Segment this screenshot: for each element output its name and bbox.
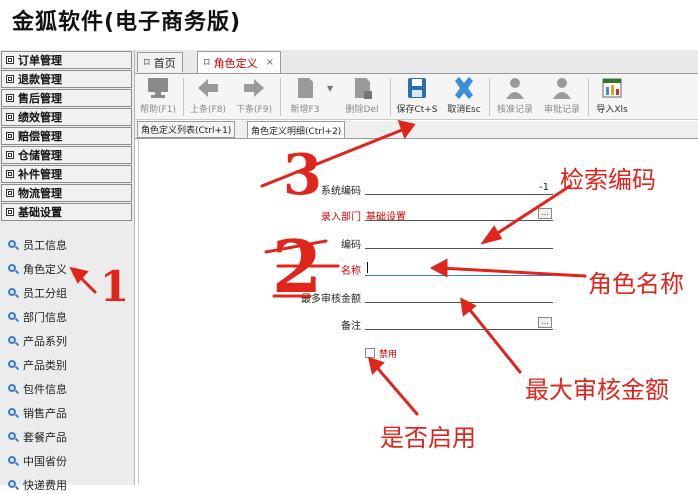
code-input[interactable]	[365, 248, 553, 249]
menu-compensation[interactable]: 赔偿管理	[1, 127, 132, 145]
spreadsheet-icon	[602, 78, 622, 98]
cancel-button[interactable]: 取消Esc	[442, 76, 486, 118]
close-icon[interactable]: ×	[266, 57, 274, 68]
remark-label: 备注	[341, 321, 361, 332]
dept-label: 录入部门	[321, 212, 361, 223]
arrow-right-icon	[244, 79, 264, 97]
person-icon	[506, 78, 524, 99]
approve-record-button[interactable]: 核准记录	[492, 76, 538, 118]
help-button[interactable]: 帮助(F1)	[136, 76, 180, 118]
disabled-label: 禁用	[379, 350, 398, 360]
expand-icon	[6, 132, 14, 140]
search-icon	[8, 311, 19, 323]
add-button[interactable]: 新增F3	[285, 76, 325, 118]
expand-icon	[6, 113, 14, 121]
annotation-enable: 是否启用	[380, 424, 476, 452]
remark-picker-button[interactable]: ...	[538, 317, 552, 328]
dept-picker-button[interactable]: ...	[538, 208, 552, 219]
disabled-checkbox[interactable]	[365, 348, 375, 358]
menu-logistics[interactable]: 物流管理	[1, 184, 132, 202]
search-icon	[8, 359, 19, 371]
sidebar-item-express-fee[interactable]: 快递费用	[8, 476, 67, 494]
x-cancel-icon	[455, 77, 473, 99]
menu-refunds[interactable]: 退款管理	[1, 70, 132, 88]
sys-code-value: -1	[539, 182, 549, 193]
search-icon	[8, 287, 19, 299]
person-icon	[553, 78, 571, 99]
review-record-button[interactable]: 审批记录	[539, 76, 585, 118]
annotation-role-name: 角色名称	[588, 270, 684, 298]
search-icon	[8, 455, 19, 467]
toolbar: 帮助(F1) 上条(F8) 下条(F9) 新增F3 ▼ 删除Del 保存Ct+S…	[135, 74, 698, 120]
prev-record-button[interactable]: 上条(F8)	[186, 76, 230, 118]
remark-input[interactable]	[365, 329, 553, 330]
search-icon	[8, 407, 19, 419]
expand-icon	[6, 56, 14, 64]
expand-icon	[6, 170, 14, 178]
search-icon	[8, 263, 19, 275]
chevron-down-icon[interactable]: ▼	[327, 84, 333, 93]
sidebar-item-product-series[interactable]: 产品系列	[8, 332, 67, 350]
delete-button[interactable]: 删除Del	[340, 76, 384, 118]
dept-field[interactable]	[365, 220, 553, 221]
tab-home[interactable]: ⌑ 首页	[137, 52, 183, 72]
expand-icon	[6, 75, 14, 83]
sidebar-item-sales-product[interactable]: 销售产品	[8, 404, 67, 422]
arrow-left-icon	[198, 79, 218, 97]
sidebar-item-china-province[interactable]: 中国省份	[8, 452, 67, 470]
annotation-step-3: 3	[283, 142, 322, 208]
sidebar-item-role-definition[interactable]: 角色定义	[8, 260, 67, 278]
search-icon	[8, 383, 19, 395]
import-xls-button[interactable]: 导入Xls	[592, 76, 632, 118]
expand-icon	[6, 94, 14, 102]
sidebar-item-staff-info[interactable]: 员工信息	[8, 236, 67, 254]
sidebar-item-department[interactable]: 部门信息	[8, 308, 67, 326]
sidebar-item-staff-group[interactable]: 员工分组	[8, 284, 67, 302]
name-input[interactable]	[365, 275, 553, 276]
monitor-icon	[148, 78, 168, 98]
tab-role-definition[interactable]: ⌑ 角色定义 ×	[197, 51, 282, 73]
document-icon	[298, 78, 313, 98]
annotation-step-1: 1	[100, 262, 130, 311]
search-icon	[8, 335, 19, 347]
annotation-search-code: 检索编码	[560, 166, 656, 194]
next-record-button[interactable]: 下条(F9)	[232, 76, 276, 118]
sidebar-item-bundle-product[interactable]: 套餐产品	[8, 428, 67, 446]
menu-parts[interactable]: 补件管理	[1, 165, 132, 183]
max-amount-input[interactable]	[365, 302, 553, 303]
text-caret	[367, 262, 368, 273]
expand-icon	[6, 151, 14, 159]
window-icon: ⌑	[144, 56, 150, 69]
menu-aftersales[interactable]: 售后管理	[1, 89, 132, 107]
document-delete-icon	[355, 78, 372, 99]
menu-basic-settings[interactable]: 基础设置	[1, 203, 132, 221]
sidebar-item-package-info[interactable]: 包件信息	[8, 380, 67, 398]
annotation-step-2: 2	[272, 224, 323, 309]
tab-role-list[interactable]: 角色定义列表(Ctrl+1)	[137, 121, 236, 138]
expand-icon	[6, 208, 14, 216]
app-title: 金狐软件(电子商务版)	[12, 10, 242, 35]
expand-icon	[6, 189, 14, 197]
save-button[interactable]: 保存Ct+S	[394, 76, 440, 118]
search-icon	[8, 479, 19, 491]
tab-bar: ⌑ 首页 ⌑ 角色定义 ×	[135, 50, 698, 74]
annotation-max-amount: 最大审核金额	[525, 376, 669, 404]
search-icon	[8, 239, 19, 251]
tab-role-detail[interactable]: 角色定义明细(Ctrl+2)	[247, 121, 346, 138]
sys-code-field	[365, 194, 553, 195]
floppy-disk-icon	[408, 78, 426, 98]
menu-performance[interactable]: 绩效管理	[1, 108, 132, 126]
subtab-bar: 角色定义列表(Ctrl+1) 角色定义明细(Ctrl+2)	[135, 121, 698, 139]
menu-warehouse[interactable]: 仓储管理	[1, 146, 132, 164]
sidebar-item-product-category[interactable]: 产品类别	[8, 356, 67, 374]
menu-orders[interactable]: 订单管理	[1, 51, 132, 69]
search-icon	[8, 431, 19, 443]
window-icon: ⌑	[204, 56, 210, 69]
